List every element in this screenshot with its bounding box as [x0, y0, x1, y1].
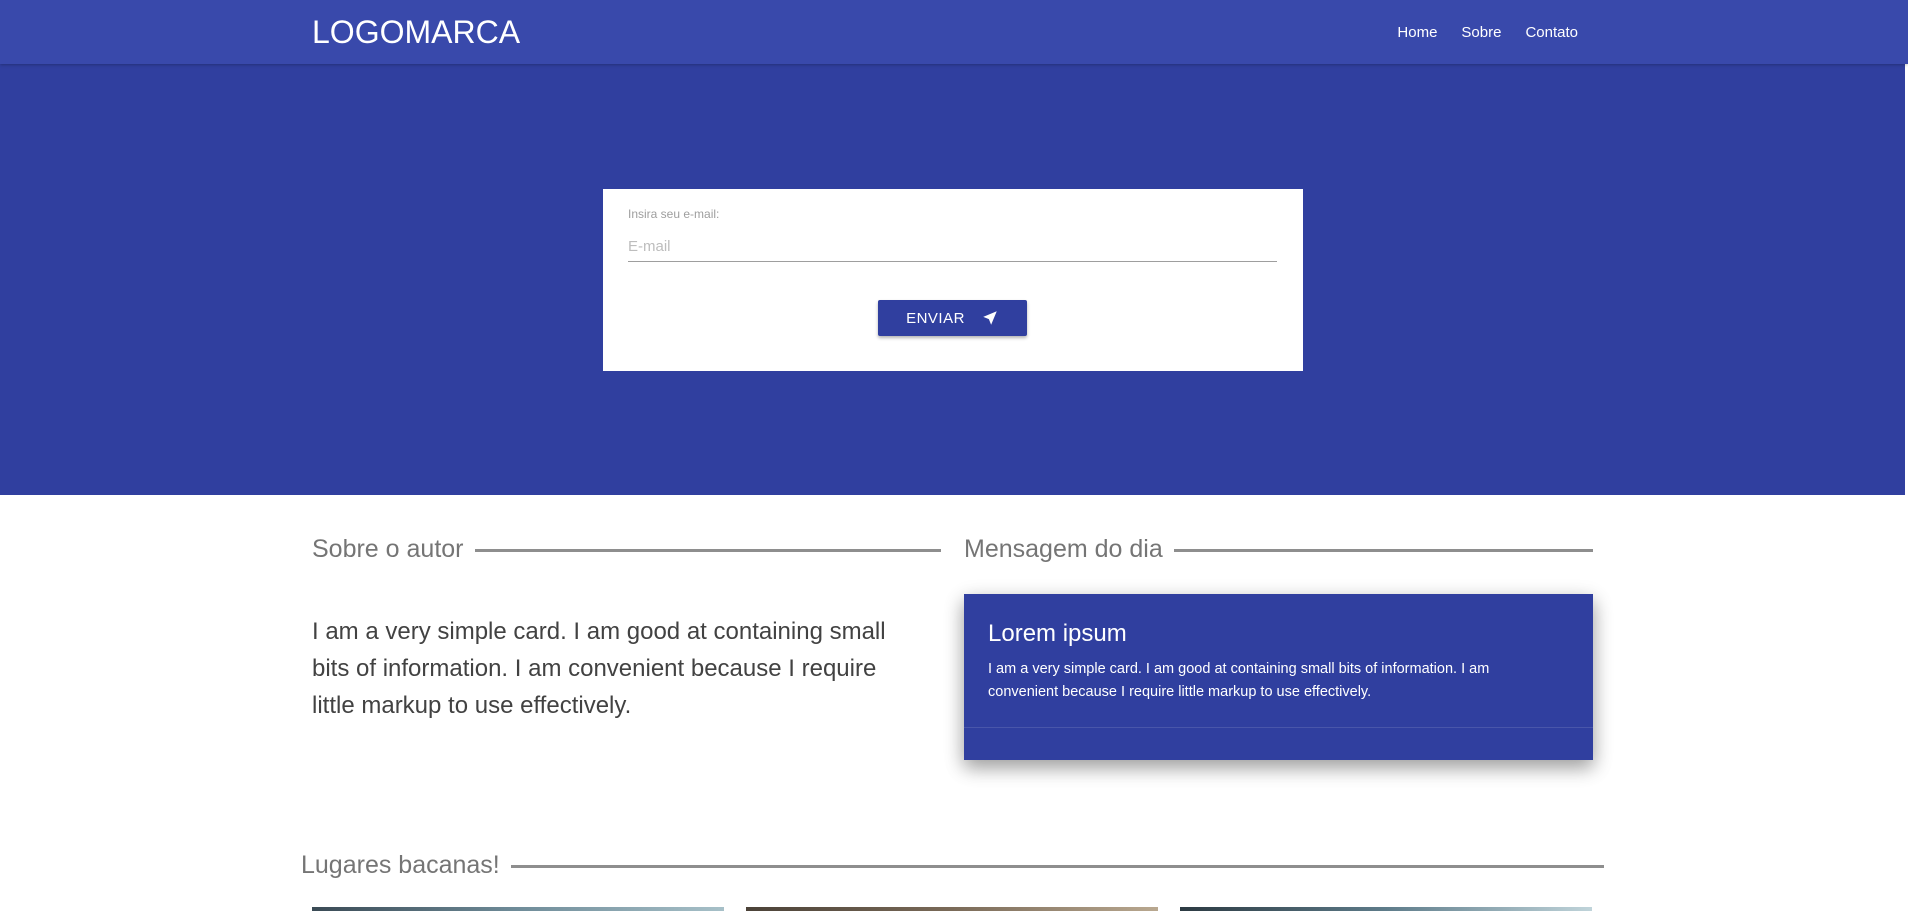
message-heading-text: Mensagem do dia	[964, 535, 1163, 563]
message-card-title: Lorem ipsum	[988, 620, 1127, 647]
nav-link-sobre[interactable]: Sobre	[1461, 24, 1501, 41]
email-field-label: Insira seu e-mail:	[628, 207, 720, 221]
places-heading: Lugares bacanas!	[301, 851, 1604, 880]
message-heading: Mensagem do dia	[964, 535, 1593, 564]
about-heading-text: Sobre o autor	[312, 535, 464, 563]
send-icon	[981, 309, 999, 327]
message-card-divider	[964, 727, 1593, 728]
about-text: I am a very simple card. I am good at co…	[312, 618, 886, 719]
place-image[interactable]	[746, 907, 1158, 911]
nav-links: Home Sobre Contato	[1373, 0, 1578, 64]
place-image[interactable]	[312, 907, 724, 911]
nav-link-contato[interactable]: Contato	[1525, 24, 1578, 41]
send-button[interactable]: ENVIAR	[878, 300, 1027, 336]
message-heading-divider	[1173, 549, 1593, 552]
place-image[interactable]	[1180, 907, 1592, 911]
email-input[interactable]	[628, 231, 1277, 262]
logo[interactable]: LOGOMARCA	[312, 14, 520, 50]
message-card: Lorem ipsum I am a very simple card. I a…	[964, 594, 1593, 760]
about-heading: Sobre o autor	[312, 535, 941, 564]
places-heading-text: Lugares bacanas!	[301, 851, 500, 879]
message-card-text: I am a very simple card. I am good at co…	[988, 661, 1490, 700]
email-form-card: Insira seu e-mail: ENVIAR	[603, 189, 1303, 371]
send-button-label: ENVIAR	[906, 309, 965, 327]
places-heading-divider	[510, 865, 1604, 868]
nav-link-home[interactable]: Home	[1397, 24, 1437, 41]
navbar: LOGOMARCA Home Sobre Contato	[0, 0, 1908, 64]
about-heading-divider	[474, 549, 941, 552]
